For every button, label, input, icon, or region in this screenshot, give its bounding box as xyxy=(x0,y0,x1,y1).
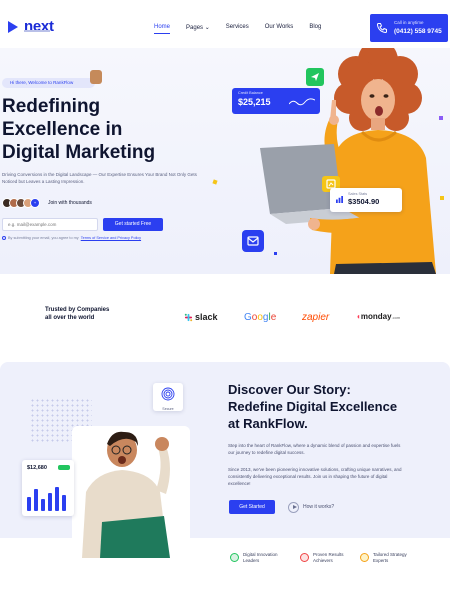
hero-title-line: Digital Marketing xyxy=(2,142,156,163)
get-started-free-button[interactable]: Get started Free xyxy=(103,218,163,231)
secure-badge: Secure xyxy=(153,383,183,411)
call-button[interactable]: Call in anytime (0412) 558 9745 xyxy=(370,14,448,42)
logo-tagline-bar xyxy=(24,30,50,32)
hero-title-line: Excellence in xyxy=(2,119,123,140)
main-nav: Home Pages ⌄ Services Our Works Blog xyxy=(154,24,321,34)
monday-wordmark: monday xyxy=(360,312,392,321)
feature-label: Tailored Strategy Experts xyxy=(373,552,407,563)
credit-balance-label: Credit Balance xyxy=(238,91,263,95)
call-number: (0412) 558 9745 xyxy=(394,28,442,35)
call-label: Call in anytime xyxy=(394,20,424,25)
feature-item: Proven Results Achievers xyxy=(300,552,355,564)
how-it-works-button[interactable]: How it works? xyxy=(288,500,334,514)
phone-icon xyxy=(376,23,387,34)
strategy-icon xyxy=(360,553,369,562)
brand-monday: ◖monday.com xyxy=(356,312,400,321)
bar xyxy=(41,499,45,511)
logo-text: next xyxy=(24,18,54,35)
innovation-icon xyxy=(230,553,239,562)
send-icon xyxy=(306,68,324,86)
get-started-button[interactable]: Get Started xyxy=(229,500,275,514)
confetti-shape xyxy=(274,252,277,255)
hero-title: Redefining Excellence in Digital Marketi… xyxy=(2,95,222,164)
sparkline-icon xyxy=(289,98,315,106)
revenue-stats-card: $12,680 xyxy=(22,460,74,516)
hero-description: Driving Conversions in the Digital Lands… xyxy=(2,172,197,184)
feature-label: Digital Innovation Leaders xyxy=(243,552,278,563)
bar xyxy=(27,497,31,511)
confetti-shape xyxy=(440,196,444,200)
welcome-avatar xyxy=(90,70,102,84)
play-icon xyxy=(288,501,299,513)
feature-item: Digital Innovation Leaders xyxy=(230,552,285,564)
monday-suffix: .com xyxy=(391,315,401,320)
avatar-count-badge: + xyxy=(30,198,40,208)
fingerprint-icon xyxy=(161,387,175,401)
terms-prefix: By submitting your email, you agree to m… xyxy=(8,236,79,240)
about-title-line: at RankFlow. xyxy=(228,416,308,431)
bar xyxy=(34,489,38,511)
slack-wordmark: slack xyxy=(195,312,218,322)
chevron-down-icon: ⌄ xyxy=(204,25,210,31)
about-title: Discover Our Story: Redefine Digital Exc… xyxy=(228,381,428,432)
about-title-line: Redefine Digital Excellence xyxy=(228,399,398,414)
mail-icon xyxy=(242,230,264,252)
man-with-laptop-image xyxy=(72,426,190,558)
feature-label: Proven Results Achievers xyxy=(313,552,344,563)
credit-balance-card: Credit Balance $25,215 xyxy=(232,88,320,114)
secure-label: Secure xyxy=(162,407,174,411)
sales-stats-value: $3504.90 xyxy=(348,197,380,206)
hero-title-line: Redefining xyxy=(2,96,101,117)
logo-mark-icon xyxy=(8,20,22,33)
brand-zapier: zapier xyxy=(302,312,330,323)
terms-note: By submitting your email, you agree to m… xyxy=(2,236,141,240)
bar xyxy=(55,487,59,511)
brand-slack: slack xyxy=(184,312,218,322)
user-avatars: + xyxy=(2,198,40,208)
logo[interactable]: next xyxy=(8,18,54,35)
stats-icon xyxy=(336,196,343,203)
nav-services[interactable]: Services xyxy=(226,24,249,31)
nav-pages[interactable]: Pages ⌄ xyxy=(186,24,210,31)
about-paragraph-1: Step into the heart of RankFlow, where a… xyxy=(228,443,401,455)
about-paragraph-2: Since 2013, we've been pioneering innova… xyxy=(228,467,402,486)
results-icon xyxy=(300,553,309,562)
hero-person-image xyxy=(260,48,436,274)
join-text: Join with thousands xyxy=(48,200,92,206)
status-badge xyxy=(58,465,70,470)
nav-home[interactable]: Home xyxy=(154,24,171,34)
feature-item: Tailored Strategy Experts xyxy=(360,552,415,564)
terms-link[interactable]: Terms of Service and Privacy Policy xyxy=(81,236,141,240)
about-title-line: Discover Our Story: xyxy=(228,382,351,397)
email-field[interactable] xyxy=(2,218,98,231)
google-letter: e xyxy=(270,312,277,323)
bar xyxy=(48,493,52,511)
bar xyxy=(62,495,66,511)
terms-checkbox[interactable] xyxy=(2,236,6,240)
nav-pages-label: Pages xyxy=(186,25,204,31)
how-it-works-label: How it works? xyxy=(303,504,335,510)
nav-blog[interactable]: Blog xyxy=(309,24,321,31)
confetti-shape xyxy=(439,116,443,120)
slack-logo-icon xyxy=(184,313,193,321)
google-letter: G xyxy=(244,312,252,323)
nav-our-works[interactable]: Our Works xyxy=(265,24,294,31)
trusted-by-text: Trusted by Companies all over the world xyxy=(45,307,110,321)
brand-google: Google xyxy=(244,312,276,323)
sales-stats-label: Sales Stats xyxy=(348,192,368,196)
mini-bar-chart xyxy=(27,485,66,511)
about-photo xyxy=(72,426,190,558)
welcome-pill: Hi there, Welcome to RankFlow xyxy=(2,78,96,88)
site-header: next Home Pages ⌄ Services Our Works Blo… xyxy=(0,0,450,48)
sales-stats-card: Sales Stats $3504.90 xyxy=(330,188,402,212)
